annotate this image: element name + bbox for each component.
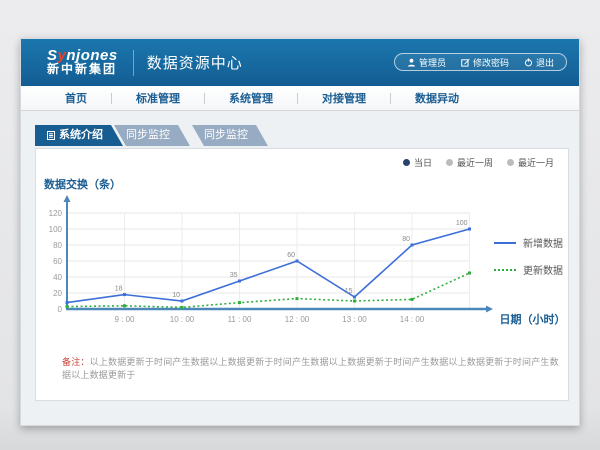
radio-label: 当日 [414,156,432,169]
brand-logo: Synjones 新中新集团 [47,49,118,76]
change-password-button[interactable]: 修改密码 [461,56,509,69]
data-point [66,305,69,308]
radio-dot-icon [446,159,453,166]
document-icon [47,131,55,140]
legend-label: 新增数据 [523,235,563,250]
nav-item-2[interactable]: 标准管理 [112,90,204,106]
nav-item-5[interactable]: 数据异动 [391,90,483,106]
data-point-label: 10 [172,292,180,299]
footnote-label: 备注： [62,357,90,367]
x-axis-arrow-icon [486,306,493,313]
x-tick-label: 10 : 00 [170,315,195,324]
radio-label: 最近一月 [518,156,554,169]
tab-label: 同步监控 [204,125,248,146]
footnote: 备注：以上数据更新于时间产生数据以上数据更新于时间产生数据以上数据更新于时间产生… [62,355,560,381]
data-point [66,301,69,304]
current-user-button[interactable]: 管理员 [407,56,446,69]
y-tick-label: 100 [49,225,63,234]
data-point [238,301,241,304]
time-range-filter: 当日 最近一周 最近一月 [403,156,554,169]
nav-item-1[interactable]: 首页 [41,90,111,106]
x-tick-label: 14 : 00 [400,315,425,324]
app-header: Synjones 新中新集团 数据资源中心 管理员 修改密码 退出 [21,39,579,86]
main-nav: 首页标准管理系统管理对接管理数据异动 [21,86,579,111]
header-divider [133,50,134,76]
user-toolbar: 管理员 修改密码 退出 [394,53,567,71]
data-point [411,298,414,301]
data-point-label: 18 [115,286,123,293]
radio-1[interactable]: 当日 [403,156,432,169]
brand-company: 新中新集团 [47,63,118,76]
chart-panel: 当日 最近一周 最近一月 数据交换（条） 0 20 40 60 80 100 120 9 : 00… [35,148,569,401]
data-point [181,306,184,309]
data-point [296,297,299,300]
y-tick-label: 60 [53,257,62,266]
tab-3[interactable]: 同步监控 [192,125,268,146]
data-point-label: 15 [345,288,353,295]
data-point [353,296,356,299]
data-point [353,300,356,303]
y-tick-label: 120 [49,209,63,218]
tab-bar: 系统介绍 同步监控 同步监控 [35,125,579,146]
legend-item-2: 更新数据 [494,262,563,277]
x-tick-label: 12 : 00 [285,315,310,324]
chart-legend: 新增数据更新数据 [494,235,563,277]
tab-label: 同步监控 [126,125,170,146]
data-point [123,293,126,296]
radio-dot-icon [507,159,514,166]
data-point-label: 60 [287,252,295,259]
y-tick-label: 0 [58,305,63,314]
x-axis-title: 日期（小时） [500,312,566,326]
data-point [468,228,471,231]
y-tick-label: 20 [53,289,62,298]
data-point-label: 35 [230,272,238,279]
x-tick-label: 13 : 00 [342,315,367,324]
brand-name: Synjones [47,49,118,63]
user-icon [407,58,416,67]
x-tick-label: 9 : 00 [114,315,135,324]
radio-label: 最近一周 [457,156,493,169]
legend-item-1: 新增数据 [494,235,563,250]
power-icon [524,58,533,67]
x-tick-label: 11 : 00 [228,315,252,324]
legend-label: 更新数据 [523,262,563,277]
series-line-2 [67,273,470,307]
y-tick-label: 40 [53,273,62,282]
data-point [411,244,414,247]
data-point [123,304,126,307]
edit-icon [461,58,470,67]
legend-solid-line-icon [494,242,516,244]
logout-button[interactable]: 退出 [524,56,554,69]
tab-2[interactable]: 同步监控 [114,125,190,146]
footnote-text: 以上数据更新于时间产生数据以上数据更新于时间产生数据以上数据更新于时间产生数据以… [62,357,559,380]
data-point [468,272,471,275]
nav-item-3[interactable]: 系统管理 [205,90,297,106]
data-point-label: 100 [456,220,468,227]
data-point [181,300,184,303]
y-tick-label: 80 [53,241,62,250]
tab-1[interactable]: 系统介绍 [35,125,123,146]
y-axis-title: 数据交换（条） [44,176,121,192]
data-point [238,280,241,283]
radio-3[interactable]: 最近一月 [507,156,554,169]
tab-label: 系统介绍 [59,125,103,146]
data-point-label: 80 [402,236,410,243]
page-background: Synjones 新中新集团 数据资源中心 管理员 修改密码 退出 [0,0,600,450]
nav-item-4[interactable]: 对接管理 [298,90,390,106]
app-window: Synjones 新中新集团 数据资源中心 管理员 修改密码 退出 [20,38,580,426]
radio-dot-icon [403,159,410,166]
data-point [296,260,299,263]
radio-2[interactable]: 最近一周 [446,156,493,169]
legend-dotted-line-icon [494,269,516,271]
y-axis-arrow-icon [64,195,71,202]
page-title: 数据资源中心 [147,52,243,73]
